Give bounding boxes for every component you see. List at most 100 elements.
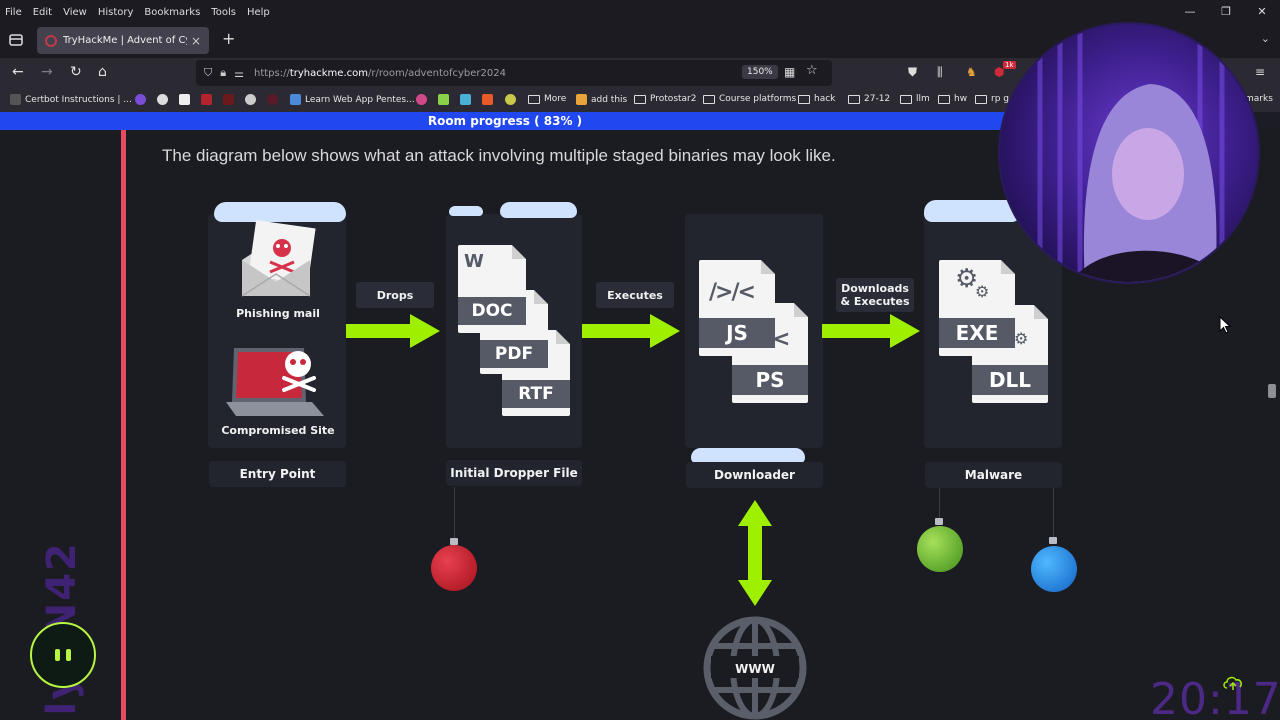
scrollbar-thumb[interactable]	[1268, 384, 1276, 398]
back-button[interactable]: ←	[12, 64, 24, 80]
folder-icon	[528, 94, 540, 104]
compromised-site-label: Compromised Site	[221, 424, 335, 437]
site-icon	[201, 94, 212, 105]
home-button[interactable]: ⌂	[98, 64, 107, 80]
tab-title: TryHackMe | Advent of Cyber 20	[63, 35, 187, 46]
bookmark-folder-rp[interactable]: rp g	[975, 94, 1009, 104]
js-file-icon: />/< JS	[699, 260, 775, 356]
folder-icon	[938, 94, 950, 104]
library-icon[interactable]: ⫼	[937, 65, 943, 80]
ornament-string	[1053, 488, 1054, 538]
site-icon	[223, 94, 234, 105]
snow-decoration	[500, 202, 577, 218]
address-bar[interactable]: ⛉ 🔒︎ ⚌ https://tryhackme.com/r/room/adve…	[196, 60, 832, 86]
doc-file-icon: W DOC	[458, 245, 526, 333]
bookmark-icon-5[interactable]	[223, 94, 238, 105]
extension-badge: 1k	[1003, 61, 1016, 69]
bookmark-add-this[interactable]: add this	[576, 94, 627, 105]
url-text[interactable]: https://tryhackme.com/r/room/adventofcyb…	[254, 68, 506, 79]
intro-paragraph: The diagram below shows what an attack i…	[162, 146, 836, 165]
bookmark-folder-course-platforms[interactable]: Course platforms	[703, 94, 796, 104]
bookmark-icon-11[interactable]	[482, 94, 497, 105]
folder-icon	[848, 94, 860, 104]
folder-icon	[900, 94, 912, 104]
phishing-mail-label: Phishing mail	[236, 307, 320, 320]
reload-button[interactable]: ↻	[70, 64, 82, 80]
shield-icon[interactable]: ⛉	[204, 66, 212, 80]
folder-icon	[798, 94, 810, 104]
permissions-icon[interactable]: ⚌	[234, 67, 244, 80]
site-icon	[460, 94, 471, 105]
bookmark-icon-12[interactable]	[505, 94, 520, 105]
drops-arrow	[346, 314, 440, 348]
stream-clock: 20:17	[1150, 674, 1280, 720]
menu-tools[interactable]: Tools	[206, 5, 242, 21]
bookmark-star-icon[interactable]: ☆	[806, 63, 818, 78]
bookmark-folder-hw[interactable]: hw	[938, 94, 967, 104]
restore-icon[interactable]: ❐	[1208, 0, 1244, 22]
bookmark-icon-4[interactable]	[201, 94, 216, 105]
bookmark-folder-llm[interactable]: llm	[900, 94, 930, 104]
downloader-title: Downloader	[686, 462, 823, 488]
tryhackme-favicon-icon	[45, 34, 57, 47]
zoom-level-badge[interactable]: 150%	[742, 65, 778, 79]
bookmark-icon-1[interactable]	[135, 94, 150, 105]
executes-arrow	[582, 314, 680, 348]
menu-bookmarks[interactable]: Bookmarks	[139, 5, 206, 21]
pause-button[interactable]	[30, 622, 96, 688]
snow-decoration	[449, 206, 483, 216]
bookmark-certbot[interactable]: Certbot Instructions | ...	[10, 94, 132, 105]
downloads-executes-label: Downloads & Executes	[836, 278, 914, 312]
bookmark-learn-web-app[interactable]: Learn Web App Pentes...	[290, 94, 415, 105]
cloud-upload-icon[interactable]	[1222, 674, 1244, 692]
bookmark-icon-9[interactable]	[438, 94, 453, 105]
chevron-down-icon[interactable]: ⌄	[1261, 32, 1270, 45]
snow-decoration	[214, 202, 346, 222]
extension-icon[interactable]: ♞	[966, 65, 977, 79]
bookmark-icon-2[interactable]	[157, 94, 172, 105]
bookmark-icon-6[interactable]	[245, 94, 260, 105]
red-ornament	[431, 545, 477, 591]
site-icon	[290, 94, 301, 105]
executes-label: Executes	[596, 282, 674, 308]
compromised-laptop-icon	[226, 348, 324, 416]
new-tab-button[interactable]: +	[222, 29, 235, 48]
qr-code-icon[interactable]: ▦	[784, 65, 795, 79]
malware-title: Malware	[925, 462, 1062, 488]
room-progress-label: Room progress ( 83% )	[427, 114, 583, 128]
site-icon	[267, 94, 278, 105]
bookmark-icon-3[interactable]	[179, 94, 194, 105]
pocket-icon[interactable]: ⛊	[908, 65, 917, 80]
bookmark-icon-10[interactable]	[460, 94, 475, 105]
bookmark-icon-8[interactable]	[416, 94, 431, 105]
entry-point-title: Entry Point	[209, 461, 346, 487]
menu-history[interactable]: History	[93, 5, 140, 21]
close-window-icon[interactable]: ✕	[1244, 0, 1280, 22]
folder-icon	[975, 94, 987, 104]
lock-icon[interactable]: 🔒︎	[220, 66, 226, 80]
tab-close-icon[interactable]: ×	[191, 34, 201, 48]
certbot-icon	[10, 94, 21, 105]
tab-list-icon[interactable]	[8, 32, 24, 48]
exe-file-icon: ⚙ ⚙ EXE	[939, 260, 1015, 356]
dropper-title: Initial Dropper File	[446, 460, 582, 486]
hamburger-menu-icon[interactable]: ≡	[1255, 65, 1265, 79]
bookmark-folder-protostar2[interactable]: Protostar2	[634, 94, 696, 104]
bookmark-folder-hack[interactable]: hack	[798, 94, 835, 104]
green-ornament	[917, 526, 963, 572]
downloads-executes-arrow	[822, 314, 920, 348]
menu-view[interactable]: View	[58, 5, 93, 21]
site-icon	[245, 94, 256, 105]
folder-icon	[703, 94, 715, 104]
bookmark-folder-more[interactable]: More	[528, 94, 566, 104]
bookmark-icon-7[interactable]	[267, 94, 282, 105]
forward-button[interactable]: →	[41, 64, 53, 80]
menu-help[interactable]: Help	[242, 5, 276, 21]
menu-file[interactable]: File	[0, 5, 28, 21]
folder-icon	[634, 94, 646, 104]
site-icon	[505, 94, 516, 105]
tab-tryhackme[interactable]: TryHackMe | Advent of Cyber 20 ×	[37, 27, 209, 54]
bookmark-folder-27-12[interactable]: 27-12	[848, 94, 890, 104]
menu-edit[interactable]: Edit	[28, 5, 58, 21]
minimize-icon[interactable]: —	[1172, 0, 1208, 22]
